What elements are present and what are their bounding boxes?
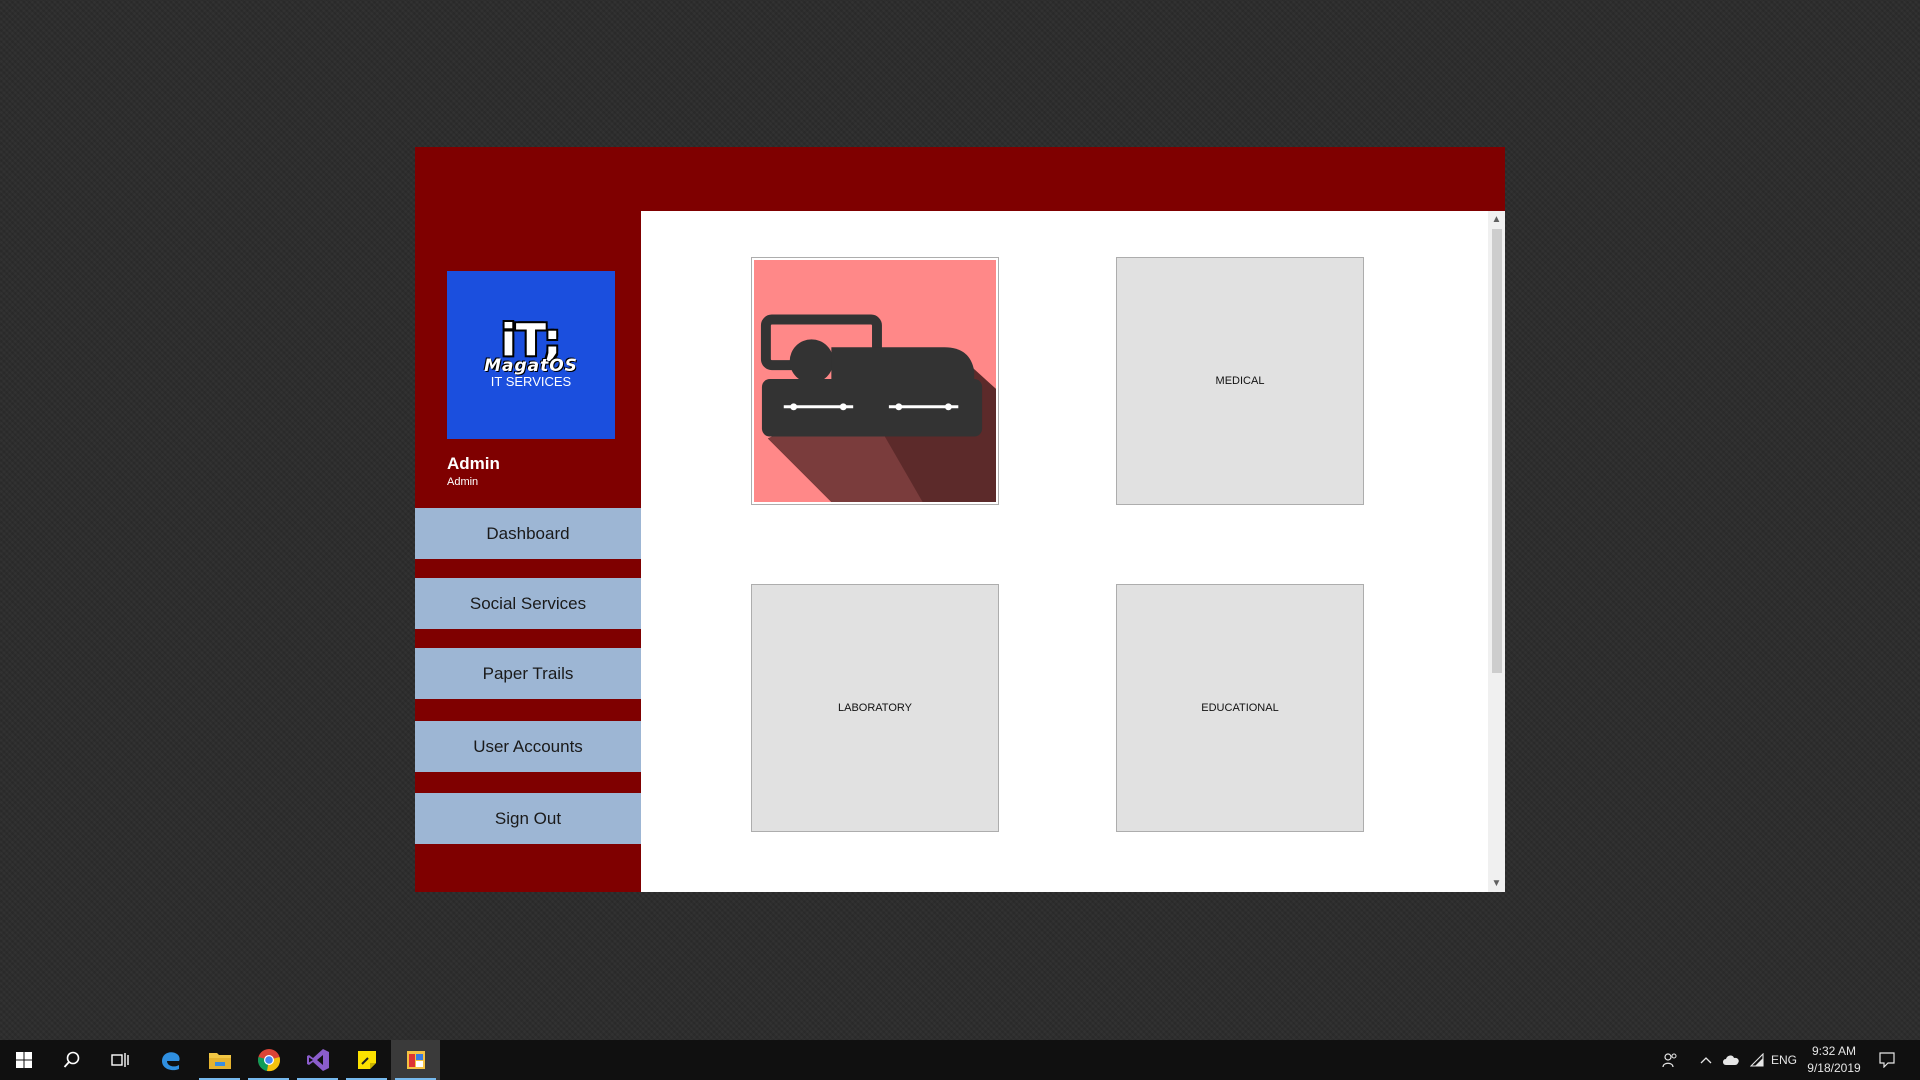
- start-button[interactable]: [0, 1040, 48, 1080]
- logo-subtitle: IT SERVICES: [490, 374, 572, 389]
- clock-time: 9:32 AM: [1811, 1044, 1857, 1058]
- clock-date: 9/18/2019: [1807, 1061, 1861, 1075]
- taskbar-app-edge[interactable]: [146, 1040, 195, 1080]
- taskbar-app-visual-studio[interactable]: [293, 1040, 342, 1080]
- people-icon[interactable]: [1658, 1040, 1682, 1080]
- hospital-bed-tile[interactable]: [751, 257, 999, 505]
- scroll-up-icon[interactable]: ▲: [1488, 211, 1505, 228]
- laboratory-tile[interactable]: LABORATORY: [751, 584, 999, 832]
- chevron-up-icon[interactable]: [1694, 1040, 1718, 1080]
- sticky-notes-icon: [357, 1051, 376, 1069]
- taskbar-app-chrome[interactable]: [244, 1040, 293, 1080]
- app-window-icon: [406, 1051, 425, 1069]
- windows-icon: [16, 1052, 32, 1068]
- dashboard-button[interactable]: Dashboard: [415, 508, 641, 559]
- app-window: iT; MagatOS IT SERVICES Admin Admin Dash…: [415, 147, 1505, 892]
- content-panel: MEDICAL LABORATORY EDUCATIONAL ▲ ▼: [641, 211, 1505, 892]
- system-clock[interactable]: 9:32 AM 9/18/2019: [1796, 1043, 1872, 1077]
- paper-trails-button[interactable]: Paper Trails: [415, 648, 641, 699]
- user-accounts-button[interactable]: User Accounts: [415, 721, 641, 772]
- search-button[interactable]: [48, 1040, 96, 1080]
- user-name: Admin: [447, 454, 500, 473]
- sign-out-button[interactable]: Sign Out: [415, 793, 641, 844]
- chrome-icon: [257, 1049, 280, 1072]
- bed-icon: [754, 260, 996, 502]
- search-icon: [63, 1051, 80, 1068]
- notification-icon: [1879, 1052, 1895, 1068]
- scroll-down-icon[interactable]: ▼: [1488, 875, 1505, 892]
- wifi-icon[interactable]: [1746, 1040, 1768, 1080]
- medical-tile[interactable]: MEDICAL: [1116, 257, 1364, 505]
- task-view-button[interactable]: [96, 1040, 144, 1080]
- action-center-button[interactable]: [1872, 1040, 1902, 1080]
- educational-tile[interactable]: EDUCATIONAL: [1116, 584, 1364, 832]
- taskbar-app-current-window[interactable]: [391, 1040, 440, 1080]
- logo-name: MagatOS: [484, 356, 578, 376]
- taskbar: ENG 9:32 AM 9/18/2019: [0, 1040, 1920, 1080]
- edge-icon: [161, 1052, 180, 1071]
- social-services-button[interactable]: Social Services: [415, 578, 641, 629]
- user-role: Admin: [447, 476, 479, 488]
- scroll-thumb[interactable]: [1492, 229, 1502, 673]
- task-view-icon: [111, 1053, 129, 1067]
- taskbar-app-file-explorer[interactable]: [195, 1040, 244, 1080]
- taskbar-app-sticky-notes[interactable]: [342, 1040, 391, 1080]
- vertical-scrollbar[interactable]: ▲ ▼: [1488, 211, 1505, 892]
- brand-logo: iT; MagatOS IT SERVICES: [447, 271, 615, 439]
- visual-studio-icon: [306, 1049, 329, 1071]
- onedrive-icon[interactable]: [1718, 1040, 1744, 1080]
- file-explorer-icon: [208, 1053, 231, 1069]
